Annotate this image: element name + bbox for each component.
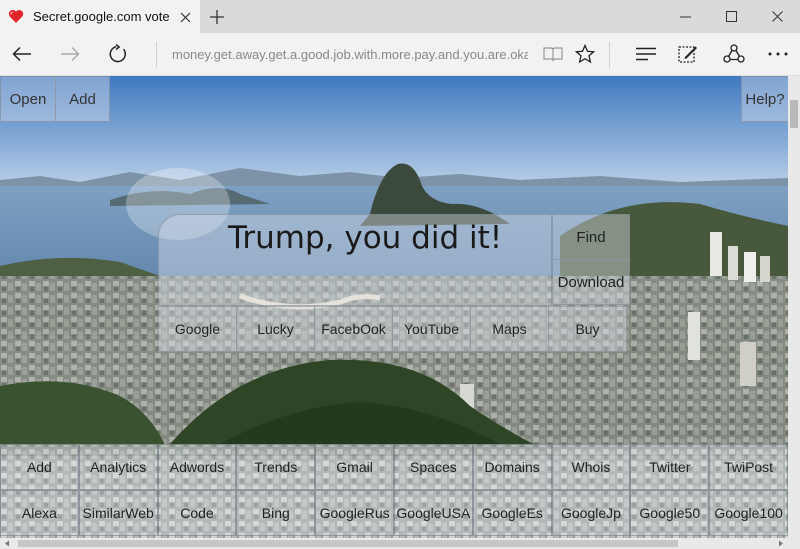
browser-tab[interactable]: Secret.google.com vote [0, 0, 200, 33]
horizontal-scroll-thumb[interactable] [18, 540, 678, 547]
back-arrow-icon[interactable] [4, 38, 40, 70]
quick-link-youtube[interactable]: YouTube [392, 306, 471, 352]
service-similarweb[interactable]: SimilarWeb [78, 490, 158, 536]
scroll-right-icon[interactable] [774, 538, 788, 549]
quick-link-google[interactable]: Google [158, 306, 237, 352]
service-add[interactable]: Add [0, 444, 79, 490]
refresh-icon[interactable] [100, 38, 136, 70]
add-top-button[interactable]: Add [55, 76, 110, 122]
address-bar[interactable]: money.get.away.get.a.good.job.with.more.… [172, 44, 528, 66]
service-code[interactable]: Code [157, 490, 237, 536]
service-adwords[interactable]: Adwords [157, 444, 237, 490]
service-google-usa[interactable]: GoogleUSA [393, 490, 473, 536]
favorite-star-icon[interactable] [567, 38, 603, 70]
find-button[interactable]: Find [552, 214, 630, 260]
vertical-scrollbar[interactable] [788, 76, 800, 538]
service-whois[interactable]: Whois [551, 444, 631, 490]
download-button[interactable]: Download [552, 259, 630, 305]
quick-link-lucky[interactable]: Lucky [236, 306, 315, 352]
horizontal-scrollbar[interactable] [0, 538, 800, 549]
more-icon[interactable] [760, 38, 796, 70]
service-google-jp[interactable]: GoogleJp [551, 490, 631, 536]
quick-links-row: Google Lucky FacebOok YouTube Maps Buy [158, 306, 627, 352]
minimize-icon[interactable] [662, 0, 708, 33]
service-google-rus[interactable]: GoogleRus [315, 490, 394, 536]
service-gmail[interactable]: Gmail [315, 444, 394, 490]
share-icon[interactable] [716, 38, 752, 70]
heart-favicon-icon [7, 8, 25, 26]
page-viewport: Open Add Help? Trump, you did it! Find D… [0, 76, 788, 538]
service-google-es[interactable]: GoogleEs [472, 490, 552, 536]
browser-toolbar: money.get.away.get.a.good.job.with.more.… [0, 33, 800, 76]
tab-title: Secret.google.com vote [33, 9, 170, 24]
service-trends[interactable]: Trends [236, 444, 316, 490]
forward-arrow-icon[interactable] [52, 38, 88, 70]
close-tab-icon[interactable] [174, 6, 196, 28]
service-twipost[interactable]: TwiPost [709, 444, 788, 490]
close-window-icon[interactable] [754, 0, 800, 33]
maximize-icon[interactable] [708, 0, 754, 33]
address-separator [156, 42, 157, 68]
toolbar-separator [609, 42, 610, 68]
service-google50[interactable]: Google50 [630, 490, 710, 536]
title-bar: Secret.google.com vote [0, 0, 800, 33]
service-domains[interactable]: Domains [472, 444, 552, 490]
new-tab-icon[interactable] [202, 5, 232, 29]
search-input[interactable]: Trump, you did it! [228, 220, 502, 256]
quick-link-facebook[interactable]: FacebOok [314, 306, 393, 352]
service-bing[interactable]: Bing [236, 490, 316, 536]
reading-view-icon[interactable] [535, 38, 571, 70]
scroll-left-icon[interactable] [0, 538, 14, 549]
services-grid: Add Analytics Adwords Trends Gmail Space… [0, 444, 788, 538]
quick-link-buy[interactable]: Buy [548, 306, 627, 352]
vertical-scroll-thumb[interactable] [790, 100, 798, 128]
service-alexa[interactable]: Alexa [0, 490, 79, 536]
web-note-icon[interactable] [670, 38, 706, 70]
help-button[interactable]: Help? [741, 76, 788, 122]
service-analytics[interactable]: Analytics [78, 444, 158, 490]
quick-link-maps[interactable]: Maps [470, 306, 549, 352]
hub-menu-icon[interactable] [628, 38, 664, 70]
service-spaces[interactable]: Spaces [393, 444, 473, 490]
open-button[interactable]: Open [0, 76, 56, 122]
service-twitter[interactable]: Twitter [630, 444, 710, 490]
service-google100[interactable]: Google100 [709, 490, 788, 536]
